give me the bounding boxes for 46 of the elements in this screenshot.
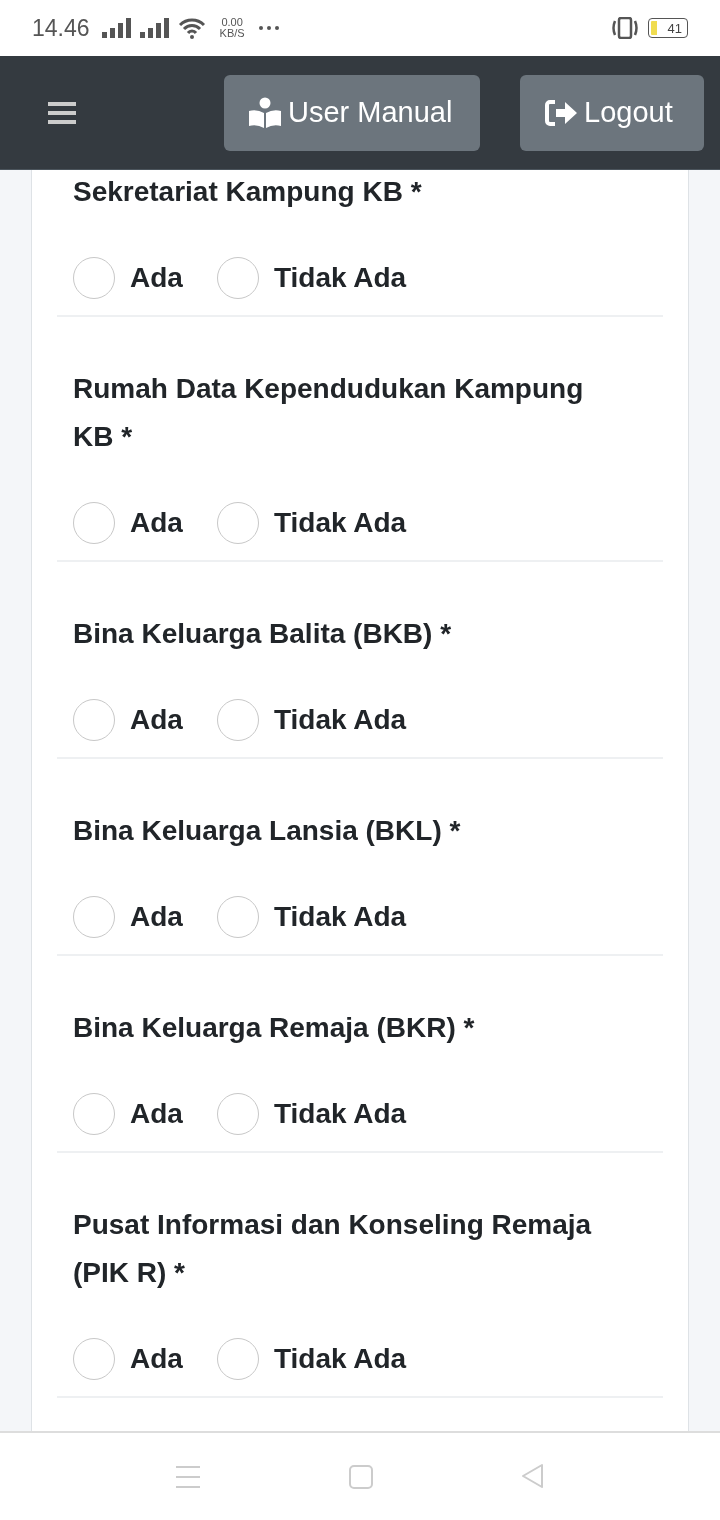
question-label: Bina Keluarga Remaja (BKR) * — [73, 1011, 476, 1045]
sign-out-icon — [544, 98, 578, 127]
option-label: Tidak Ada — [273, 704, 407, 736]
logout-button[interactable]: Logout — [520, 74, 704, 151]
question-label: Bina Keluarga Balita (BKB) * — [73, 617, 453, 651]
question-label: Pusat Informasi dan Konseling Remaja (PIK R) * — [73, 1208, 593, 1290]
radio-button[interactable] — [216, 699, 259, 741]
radio-button[interactable] — [73, 257, 115, 299]
radio-button[interactable] — [73, 502, 115, 544]
user-manual-button[interactable]: User Manual — [224, 74, 480, 151]
radio-button[interactable] — [216, 896, 259, 938]
clock-time: 14.46 — [32, 14, 90, 42]
network-speed: 0.00 — [220, 17, 244, 28]
battery-level: 41 — [667, 21, 682, 35]
option-label: Ada — [130, 1343, 183, 1375]
option-label: Tidak Ada — [273, 1098, 407, 1130]
question-label: Bina Keluarga Lansia (BKL) * — [73, 814, 462, 848]
option-label: Tidak Ada — [273, 507, 407, 539]
question-label: Sekretariat Kampung KB * — [73, 175, 423, 209]
radio-button[interactable] — [73, 896, 115, 938]
radio-button[interactable] — [216, 1093, 259, 1135]
radio-button[interactable] — [216, 257, 259, 299]
back-icon[interactable] — [520, 1462, 546, 1491]
vibrate-icon — [610, 17, 640, 39]
wifi-icon — [177, 17, 206, 39]
signal-icon — [101, 18, 132, 38]
question-label: Rumah Data Kependudukan Kampung KB * — [73, 372, 585, 454]
option-label: Ada — [130, 704, 183, 736]
radio-button[interactable] — [73, 1093, 115, 1135]
radio-button[interactable] — [216, 1338, 259, 1380]
option-label: Tidak Ada — [273, 1343, 407, 1375]
radio-button[interactable] — [216, 502, 259, 544]
option-label: Ada — [130, 1098, 183, 1130]
more-icon — [258, 26, 279, 30]
option-label: Ada — [130, 262, 183, 294]
radio-button[interactable] — [73, 1338, 115, 1380]
menu-icon[interactable] — [48, 100, 76, 125]
speed-unit: KB/S — [219, 28, 245, 39]
radio-button[interactable] — [73, 699, 115, 741]
signal-icon — [139, 18, 170, 38]
option-label: Tidak Ada — [273, 262, 407, 294]
home-icon[interactable] — [348, 1463, 374, 1490]
option-label: Tidak Ada — [273, 901, 407, 933]
option-label: Ada — [130, 901, 183, 933]
book-reader-icon — [248, 96, 282, 129]
option-label: Ada — [130, 507, 183, 539]
